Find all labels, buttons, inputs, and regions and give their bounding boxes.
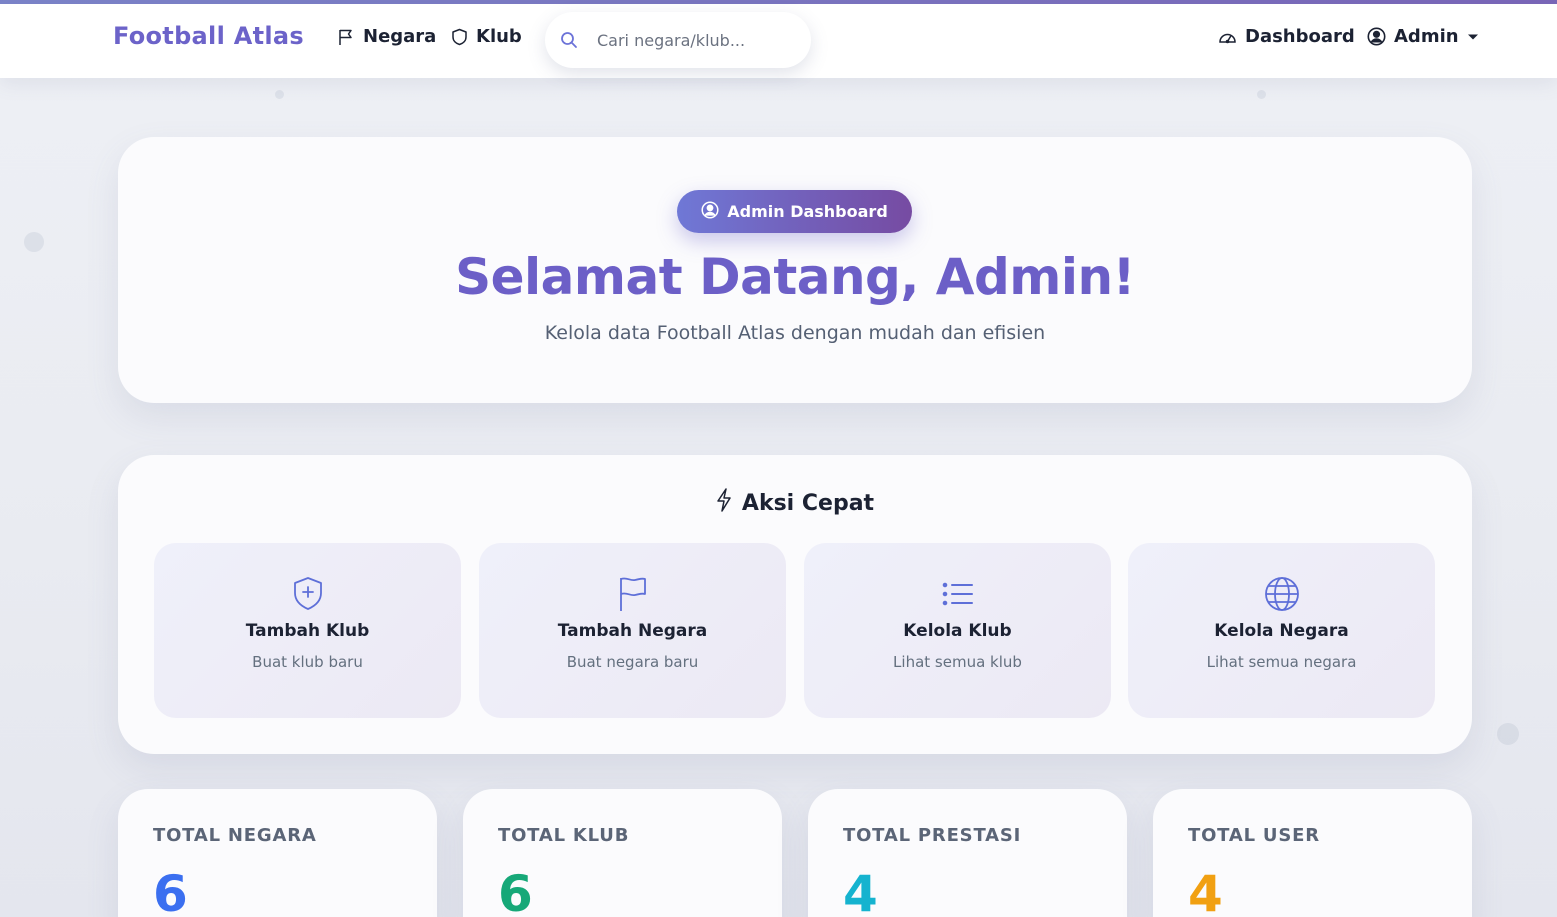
quick-action-add-country[interactable]: Tambah Negara Buat negara baru (479, 543, 786, 718)
stat-card-users: TOTAL USER 4 (1153, 789, 1472, 917)
decorative-dot (275, 90, 284, 99)
shield-plus-icon (292, 576, 324, 616)
admin-dashboard-badge: Admin Dashboard (677, 190, 912, 233)
nav-link-negara[interactable]: Negara (337, 26, 436, 47)
user-circle-icon (701, 200, 719, 223)
brand-logo[interactable]: Football Atlas (113, 22, 304, 50)
quick-action-subtitle: Lihat semua negara (1206, 653, 1357, 671)
decorative-dot (24, 232, 44, 252)
quick-actions-heading: Aksi Cepat (118, 488, 1472, 518)
speedometer-icon (1218, 29, 1237, 45)
user-circle-icon (1367, 27, 1386, 46)
list-icon (941, 576, 975, 616)
flag-icon (617, 576, 649, 616)
globe-icon (1264, 576, 1300, 616)
stat-label: TOTAL NEGARA (153, 825, 317, 846)
stat-value: 4 (843, 865, 878, 917)
user-menu-dropdown[interactable]: Admin (1367, 26, 1479, 47)
stat-label: TOTAL PRESTASI (843, 825, 1022, 846)
decorative-dot (1257, 90, 1266, 99)
nav-link-label: Dashboard (1245, 26, 1355, 47)
stat-value: 4 (1188, 865, 1223, 917)
quick-action-title: Tambah Negara (557, 621, 708, 641)
stat-value: 6 (498, 865, 533, 917)
nav-link-label: Negara (363, 26, 437, 47)
quick-action-manage-clubs[interactable]: Kelola Klub Lihat semua klub (804, 543, 1111, 718)
nav-link-label: Klub (476, 26, 522, 47)
nav-link-klub[interactable]: Klub (451, 26, 522, 47)
quick-action-manage-countries[interactable]: Kelola Negara Lihat semua negara (1128, 543, 1435, 718)
stat-label: TOTAL USER (1188, 825, 1320, 846)
flag-icon (337, 28, 355, 46)
stat-card-countries: TOTAL NEGARA 6 (118, 789, 437, 917)
navbar: Football Atlas Negara Klub Cari negara/k… (0, 4, 1557, 78)
search-input[interactable] (597, 26, 797, 54)
stat-card-clubs: TOTAL KLUB 6 (463, 789, 782, 917)
quick-action-add-club[interactable]: Tambah Klub Buat klub baru (154, 543, 461, 718)
quick-actions-title: Aksi Cepat (741, 490, 875, 516)
page-subtitle: Kelola data Football Atlas dengan mudah … (544, 322, 1046, 344)
lightning-icon (716, 488, 732, 518)
caret-down-icon (1467, 33, 1479, 41)
stat-card-achievements: TOTAL PRESTASI 4 (808, 789, 1127, 917)
search-box (545, 12, 811, 68)
quick-action-title: Kelola Negara (1214, 621, 1349, 641)
page-title: Selamat Datang, Admin! (455, 248, 1135, 306)
stat-label: TOTAL KLUB (498, 825, 630, 846)
user-name: Admin (1394, 26, 1459, 47)
quick-action-title: Tambah Klub (245, 621, 370, 641)
badge-label: Admin Dashboard (727, 202, 888, 221)
shield-icon (451, 28, 468, 46)
nav-link-dashboard[interactable]: Dashboard (1218, 26, 1355, 47)
quick-action-subtitle: Buat klub baru (252, 653, 363, 671)
decorative-dot (1497, 723, 1519, 745)
quick-action-subtitle: Lihat semua klub (893, 653, 1022, 671)
quick-action-subtitle: Buat negara baru (566, 653, 699, 671)
quick-action-title: Kelola Klub (903, 621, 1012, 641)
stat-value: 6 (153, 865, 188, 917)
